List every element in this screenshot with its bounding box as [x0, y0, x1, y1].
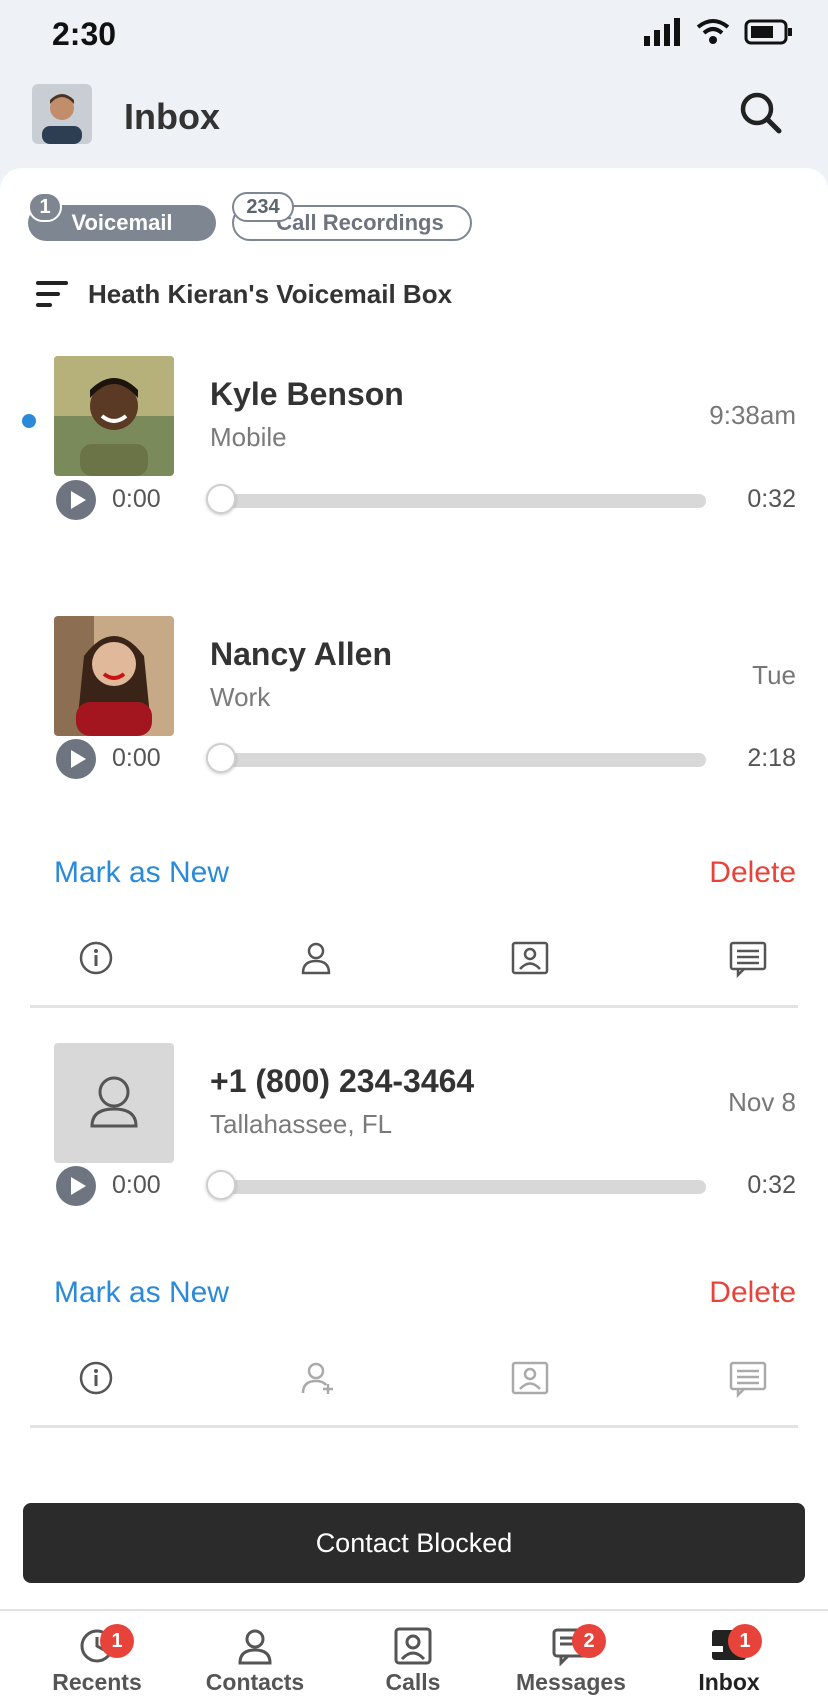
voicemail-count-badge: 1 [28, 192, 62, 222]
caller-name: Nancy Allen [210, 636, 392, 672]
progress-knob[interactable] [206, 1170, 236, 1200]
info-icon[interactable] [74, 936, 118, 980]
status-icons [644, 18, 794, 46]
progress-track[interactable] [212, 1180, 706, 1194]
current-time: 0:00 [112, 744, 161, 772]
duration: 0:32 [747, 485, 796, 513]
nav-messages[interactable]: 2 Messages [496, 1611, 646, 1706]
audio-player: 0:00 2:18 [56, 739, 796, 781]
inbox-panel: Voicemail 1 Call Recordings 234 Heath Ki… [0, 168, 828, 1704]
contact-card-icon[interactable] [508, 936, 552, 980]
voicemail-actions [0, 1356, 828, 1406]
tab-voicemail-label: Voicemail [71, 210, 173, 235]
bottom-nav: 1 Recents Contacts Calls 2 Messages 1 In… [0, 1609, 828, 1706]
progress-knob[interactable] [206, 484, 236, 514]
contact-photo [54, 356, 174, 476]
message-icon[interactable] [726, 936, 770, 980]
info-icon[interactable] [74, 1356, 118, 1400]
status-bar: 2:30 [0, 0, 828, 70]
nav-inbox[interactable]: 1 Inbox [654, 1611, 804, 1706]
nav-label: Inbox [698, 1669, 760, 1695]
contact-card-icon[interactable] [508, 1356, 552, 1400]
battery-icon [744, 19, 792, 45]
toast-message: Contact Blocked [23, 1503, 805, 1583]
divider [30, 1005, 798, 1008]
caller-label: Mobile [210, 422, 287, 452]
play-button[interactable] [56, 1166, 96, 1206]
status-time: 2:30 [52, 16, 117, 52]
message-icon[interactable] [726, 1356, 770, 1400]
play-button[interactable] [56, 739, 96, 779]
progress-knob[interactable] [206, 743, 236, 773]
add-contact-icon[interactable] [296, 1356, 340, 1400]
progress-track[interactable] [212, 753, 706, 767]
play-button[interactable] [56, 480, 96, 520]
person-icon [90, 1076, 138, 1128]
unread-dot [22, 414, 36, 428]
progress-track[interactable] [212, 494, 706, 508]
voicemail-item[interactable]: +1 (800) 234-3464 Tallahassee, FL Nov 8 [0, 1043, 828, 1173]
voicemail-time: Tue [752, 660, 796, 690]
duration: 0:32 [747, 1171, 796, 1199]
voicemail-time: 9:38am [709, 400, 796, 430]
avatar[interactable] [32, 84, 92, 144]
nav-badge: 1 [728, 1624, 762, 1658]
signal-icon [644, 18, 680, 46]
wifi-icon [696, 19, 730, 44]
nav-recents[interactable]: 1 Recents [22, 1611, 172, 1706]
person-icon[interactable] [294, 936, 338, 980]
contact-photo-placeholder [54, 1043, 174, 1163]
delete-button[interactable]: Delete [709, 1276, 796, 1310]
caller-name: Kyle Benson [210, 376, 404, 412]
nav-badge: 2 [572, 1624, 606, 1658]
audio-player: 0:00 0:32 [56, 480, 796, 522]
caller-location: Tallahassee, FL [210, 1109, 393, 1139]
delete-button[interactable]: Delete [709, 856, 796, 890]
divider [30, 1425, 798, 1428]
call-recordings-count-badge: 234 [232, 192, 294, 222]
person-icon [238, 1629, 272, 1665]
voicemail-time: Nov 8 [728, 1087, 796, 1117]
current-time: 0:00 [112, 1171, 161, 1199]
tab-call-recordings-label: Call Recordings [276, 210, 444, 235]
nav-calls[interactable]: Calls [338, 1611, 488, 1706]
nav-label: Contacts [205, 1669, 305, 1695]
contact-photo [54, 616, 174, 736]
contact-card-icon [394, 1627, 432, 1665]
duration: 2:18 [747, 744, 796, 772]
voicemail-item[interactable]: Nancy Allen Work Tue [0, 616, 828, 746]
nav-contacts[interactable]: Contacts [180, 1611, 330, 1706]
nav-badge: 1 [100, 1624, 134, 1658]
mark-as-new-button[interactable]: Mark as New [54, 856, 229, 890]
nav-label: Calls [385, 1669, 441, 1695]
nav-label: Recents [52, 1669, 142, 1695]
voicemail-actions [0, 936, 828, 986]
current-time: 0:00 [112, 485, 161, 513]
voicemail-box-name: Heath Kieran's Voicemail Box [88, 278, 453, 309]
caller-number: +1 (800) 234-3464 [210, 1063, 475, 1099]
search-icon[interactable] [738, 90, 784, 136]
voicemail-box-selector[interactable]: Heath Kieran's Voicemail Box [36, 278, 452, 310]
audio-player: 0:00 0:32 [56, 1166, 796, 1208]
mark-as-new-button[interactable]: Mark as New [54, 1276, 229, 1310]
page-title: Inbox [124, 96, 220, 137]
app-header: Inbox [0, 70, 828, 170]
filter-icon [36, 281, 68, 307]
nav-label: Messages [516, 1669, 626, 1695]
caller-label: Work [210, 682, 271, 712]
